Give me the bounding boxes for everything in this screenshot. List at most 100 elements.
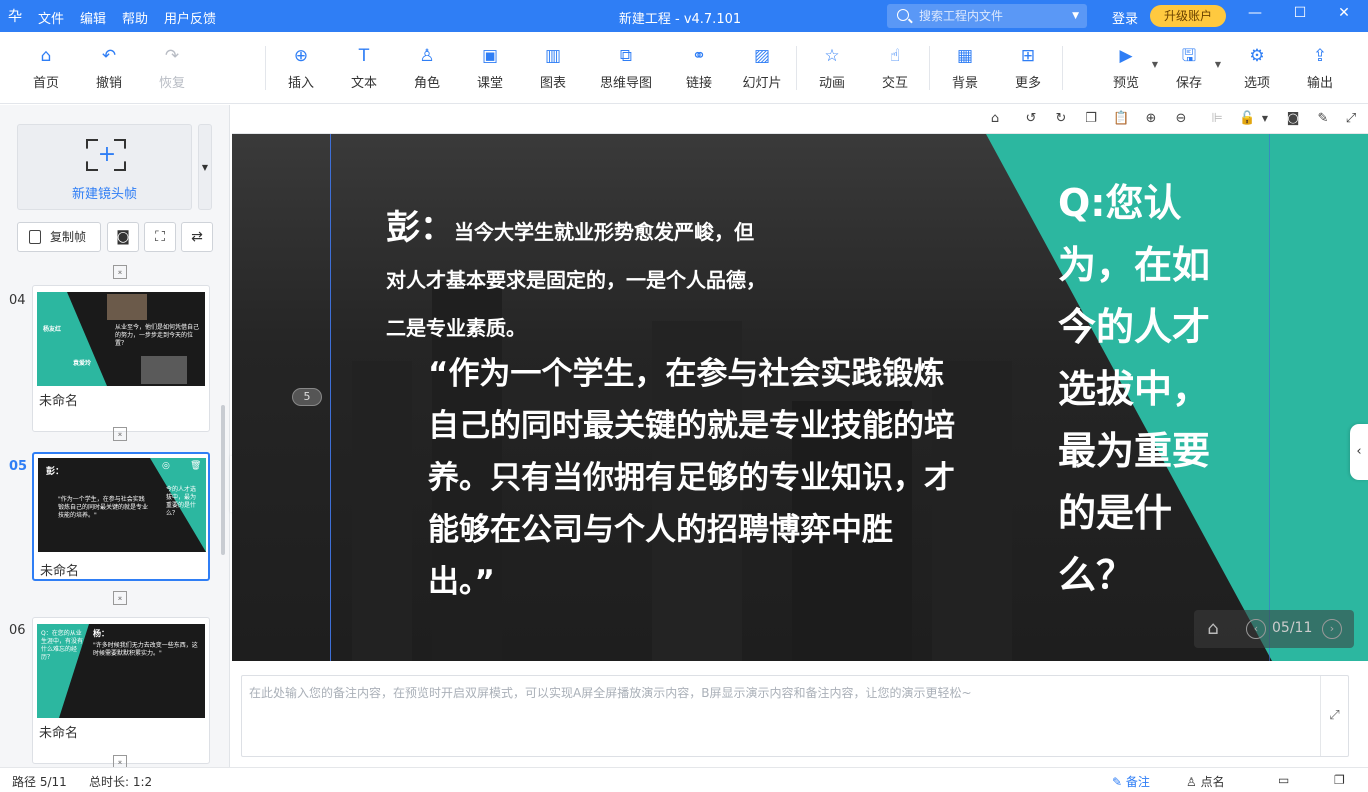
frames-scrollbar[interactable] [221,405,225,555]
new-frame-button[interactable]: + 新建镜头帧 [17,124,192,210]
fullscreen-icon[interactable]: ⤢ [1343,111,1359,127]
prev-slide-button[interactable]: ‹ [1246,619,1266,639]
text-label: 文本 [350,76,377,91]
new-frame-dropdown[interactable]: ▼ [198,124,212,210]
reorder-button[interactable]: ⇄ [181,222,213,252]
thumb-speaker: 彭： [46,467,65,477]
lock-icon[interactable]: 🔓 [1239,111,1255,127]
quote-textbox[interactable]: “作为一个学生，在参与社会实践锻炼自己的同时最关键的就是专业技能的培养。只有当你… [428,348,958,608]
window-icon[interactable]: ❐ [1334,773,1345,787]
new-frame-label: 新建镜头帧 [71,187,137,202]
paste-icon[interactable]: 📋 [1113,111,1129,127]
camera-button[interactable]: ◙ [107,222,139,252]
thumb-camera-icon[interactable]: ◎ [162,462,170,471]
slide-counter: 05/11 [1272,620,1313,636]
thumb-name-left: 杨友红 [43,326,62,333]
slide-pager: ⌂ ‹ 05/11 › [1194,610,1354,648]
undo-button[interactable]: ↶ 撤销 [79,46,139,91]
menu-help[interactable]: 帮助 [122,8,148,27]
next-slide-button[interactable]: › [1322,619,1342,639]
options-label: 选项 [1243,76,1270,91]
toolbar-divider [1062,46,1063,90]
home-view-icon[interactable]: ⌂ [987,111,1003,127]
align-icon[interactable]: ⊫ [1209,111,1225,127]
home-button[interactable]: ⌂ 首页 [16,46,76,91]
chevron-down-icon[interactable]: ▼ [1215,60,1221,69]
guide-line[interactable] [330,134,331,661]
question-textbox[interactable]: Q:您认为，在如今的人才选拔中，最为重要的是什么？ [1058,172,1228,606]
frame-card-05[interactable]: 彭： "作为一个学生，在参与社会实践锻炼自己的同时最关键的就是专业技能的培养。"… [32,452,210,581]
notes-field[interactable]: 在此处输入您的备注内容，在预览时开启双屏模式，可以实现A屏全屏播放演示内容，B屏… [241,675,1349,757]
role-button[interactable]: ♙ 角色 [397,46,457,91]
save-button[interactable]: 🖫 保存 ▼ [1159,46,1221,91]
chevron-left-icon: ‹ [1356,444,1362,459]
toolbar-divider [265,46,266,90]
transition-icon[interactable]: ⌅ [113,427,127,441]
collapse-right-panel-button[interactable]: ‹ [1350,424,1368,480]
camera-icon: ◙ [116,229,130,245]
transition-icon[interactable]: ⌅ [113,265,127,279]
slides-button[interactable]: ▨ 幻灯片 [732,46,792,91]
insert-button[interactable]: ⊕ 插入 [271,46,331,91]
thumb-question: 从业至今，他们是如何凭借自己的努力，一步步走到今天的位置？ [115,324,200,347]
expand-icon[interactable]: ⤢ [1320,676,1348,756]
bar-chart-icon: ▥ [544,46,562,66]
maximize-icon[interactable]: ☐ [1288,5,1312,25]
export-button[interactable]: ⇪ 输出 [1290,46,1350,91]
frames-panel: + 新建镜头帧 ▼ 复制帧 ◙ ⛶ ⇄ ⌅ 04 杨友红 从业至今，他们是如何凭… [0,105,230,769]
speaker-textbox[interactable]: 彭：当今大学生就业形势愈发严峻，但对人才基本要求是固定的，一是个人品德，二是专业… [386,204,766,352]
classroom-button[interactable]: ▣ 课堂 [460,46,520,91]
menu-feedback[interactable]: 用户反馈 [164,8,216,27]
canvas-toolbar: ⌂ ↺ ↻ ❐ 📋 ⊕ ⊖ ⊫ 🔓 ▼ ◙ ✎ ⤢ [232,105,1368,134]
notes-toggle[interactable]: ✎ 备注 [1112,773,1150,790]
frame-number: 04 [9,293,26,308]
more-button[interactable]: ⊞ 更多 [998,46,1058,91]
rollcall-button[interactable]: ♙ 点名 [1186,773,1225,790]
thumb-delete-icon[interactable]: 🗑 [190,462,201,471]
home-icon[interactable]: ⌂ [1202,618,1224,640]
animation-button[interactable]: ☆ 动画 [802,46,862,91]
minimize-icon[interactable]: — [1243,5,1267,25]
menu-file[interactable]: 文件 [38,8,64,27]
mindmap-button[interactable]: ⧉ 思维导图 [596,46,656,91]
frame-card-04[interactable]: 杨友红 从业至今，他们是如何凭借自己的努力，一步步走到今天的位置？ 袁爱玲 未命… [32,285,210,432]
preview-button[interactable]: ▶ 预览 ▼ [1096,46,1158,91]
frame-number: 05 [9,459,28,474]
star-icon: ☆ [824,46,840,66]
guide-line[interactable] [1269,134,1270,661]
search-input[interactable]: 搜索工程内文件 ▼ [887,4,1087,28]
text-button[interactable]: T 文本 [334,46,394,91]
fit-frame-button[interactable]: ⛶ [144,222,176,252]
title-bar: 卆 文件 编辑 帮助 用户反馈 新建工程 - v4.7.101 搜索工程内文件 … [0,0,1368,32]
chevron-down-icon[interactable]: ▼ [1257,111,1273,127]
redo-label: 恢复 [158,76,185,91]
copy-icon[interactable]: ❐ [1083,111,1099,127]
toolbar-divider [929,46,930,90]
redo-button[interactable]: ↷ 恢复 [142,46,202,91]
slide-canvas[interactable]: 5 彭：当今大学生就业形势愈发严峻，但对人才基本要求是固定的，一是个人品德，二是… [232,134,1368,661]
chevron-down-icon[interactable]: ▼ [1152,60,1158,69]
zoom-out-icon[interactable]: ⊖ [1173,111,1189,127]
link-button[interactable]: ⚭ 链接 [669,46,729,91]
transition-icon[interactable]: ⌅ [113,591,127,605]
menu-edit[interactable]: 编辑 [80,8,106,27]
copy-frame-button[interactable]: 复制帧 [17,222,101,252]
screenshot-icon[interactable]: ◙ [1285,111,1301,127]
edit-icon[interactable]: ✎ [1315,111,1331,127]
frame-card-06[interactable]: Q：在您的从业生涯中，有没有什么难忘的经历？ 杨： "许多时候我们无力去改变一些… [32,617,210,764]
zoom-in-icon[interactable]: ⊕ [1143,111,1159,127]
rotate-right-icon[interactable]: ↻ [1053,111,1069,127]
upgrade-button[interactable]: 升级账户 [1150,5,1226,27]
background-button[interactable]: ▦ 背景 [935,46,995,91]
interaction-button[interactable]: ☝ 交互 [865,46,925,91]
guide-badge[interactable]: 5 [292,388,322,406]
rotate-left-icon[interactable]: ↺ [1023,111,1039,127]
screen-icon[interactable]: ▭ [1278,773,1289,787]
login-button[interactable]: 登录 [1112,8,1138,27]
save-label: 保存 [1175,76,1202,91]
toolbar-divider [796,46,797,90]
options-button[interactable]: ⚙ 选项 [1227,46,1287,91]
chart-button[interactable]: ▥ 图表 [523,46,583,91]
close-icon[interactable]: ✕ [1332,5,1356,25]
chevron-down-icon[interactable]: ▼ [1072,4,1079,28]
